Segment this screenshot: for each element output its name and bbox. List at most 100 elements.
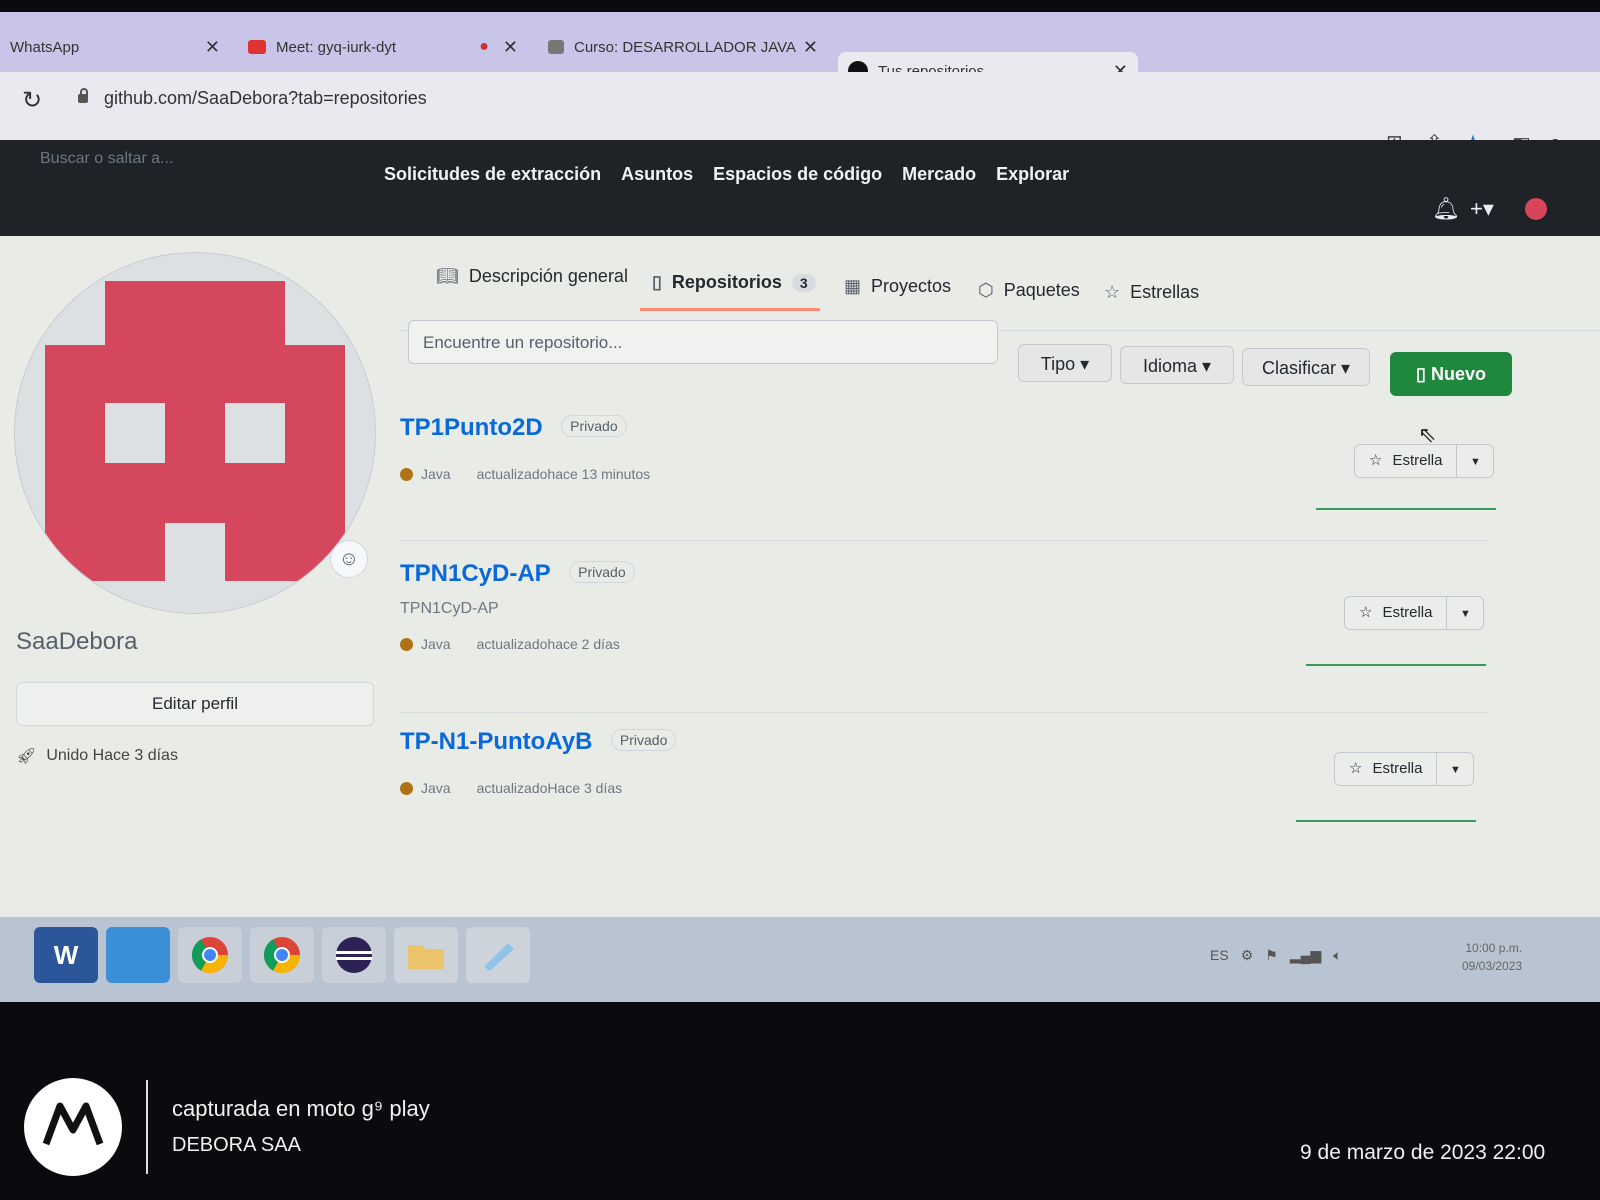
repo-count-badge: 3: [791, 273, 816, 292]
tab-projects-label: Proyectos: [871, 276, 952, 296]
file-explorer-app-icon[interactable]: [394, 927, 458, 983]
repo-icon: ▯: [1416, 364, 1426, 384]
language-color-dot: [400, 467, 413, 481]
tab-title: Curso: DESARROLLADOR JAVA IN: [574, 38, 797, 56]
book-icon: 📖︎: [436, 266, 459, 286]
caret-down-icon: ▾: [1340, 358, 1351, 378]
language-color-dot: [400, 637, 413, 651]
tab-stars[interactable]: ☆ Estrellas: [1104, 282, 1199, 303]
tab-overview[interactable]: 📖︎ Descripción general: [436, 266, 628, 287]
taskbar-clock[interactable]: 10:00 p.m. 09/03/2023: [1462, 939, 1522, 975]
eclipse-app-icon[interactable]: [322, 927, 386, 983]
star-icon: ☆: [1369, 452, 1383, 469]
lock-icon: [78, 87, 88, 103]
browser-tab-strip: WhatsApp ✕ Meet: gyq-iurk-dyt ● ✕ Curso:…: [0, 12, 1600, 90]
activity-sparkline: [1306, 664, 1486, 666]
address-bar: ↻ github.com/SaaDebora?tab=repositories …: [0, 72, 1600, 157]
nav-marketplace[interactable]: Mercado: [902, 164, 976, 185]
new-repository-button[interactable]: ▯ Nuevo: [1390, 352, 1512, 396]
flag-icon[interactable]: ⚑: [1265, 947, 1278, 964]
url-text: github.com/SaaDebora?tab=repositories: [104, 87, 427, 108]
tab-projects[interactable]: ▦ Proyectos: [844, 276, 951, 297]
motorola-logo: [24, 1078, 122, 1176]
joined-info: 🚀︎ Unido Hace 3 días: [16, 746, 178, 766]
star-button[interactable]: ☆ Estrella ▼: [1354, 444, 1495, 478]
joined-text: Unido Hace 3 días: [46, 747, 178, 764]
edge-app-icon[interactable]: [106, 927, 170, 983]
input-language-indicator[interactable]: ES: [1210, 947, 1229, 964]
network-signal-icon[interactable]: ▂▄▆: [1290, 947, 1321, 964]
chrome-app-icon[interactable]: [178, 927, 242, 983]
star-label: Estrella: [1372, 760, 1423, 777]
type-filter-label: Tipo: [1040, 354, 1076, 374]
star-list-dropdown-icon[interactable]: ▼: [1457, 445, 1493, 477]
language-filter-button[interactable]: Idioma ▾: [1120, 346, 1234, 384]
repo-name-link[interactable]: TPN1CyD-AP: [400, 560, 551, 587]
github-header: Buscar o saltar a... Solicitudes de extr…: [0, 140, 1600, 236]
volume-icon[interactable]: 🔈︎: [1333, 947, 1341, 964]
global-search-input[interactable]: Buscar o saltar a...: [40, 150, 173, 168]
chrome-logo-icon: [192, 937, 228, 974]
caret-down-icon: ▾: [1080, 354, 1090, 374]
close-icon[interactable]: ✕: [803, 37, 818, 58]
clock-time: 10:00 p.m.: [1465, 941, 1523, 955]
find-repository-input[interactable]: Encuentre un repositorio...: [408, 320, 998, 364]
repo-updated: actualizadohace 13 minutos: [476, 466, 651, 482]
caption-author: DEBORA SAA: [172, 1134, 301, 1156]
recording-icon: ●: [479, 38, 489, 55]
tab-stars-label: Estrellas: [1130, 282, 1200, 302]
windows-taskbar: W ES ⚙ ⚑ ▂▄▆ 🔈︎ 10:00 p.m. 09/03/2023: [0, 917, 1600, 1002]
repo-language: Java: [421, 780, 451, 796]
activity-sparkline: [1296, 820, 1476, 822]
eclipse-logo-icon: [336, 937, 372, 973]
new-button-label: Nuevo: [1430, 364, 1486, 384]
repo-name-link[interactable]: TP1Punto2D: [400, 414, 543, 441]
meet-icon: [248, 40, 266, 54]
repo-updated: actualizadohace 2 días: [476, 636, 620, 652]
create-new-icon[interactable]: +▾: [1470, 196, 1494, 222]
nav-codespaces[interactable]: Espacios de código: [713, 164, 882, 185]
tab-packages-label: Paquetes: [1003, 280, 1080, 300]
sort-filter-button[interactable]: Clasificar ▾: [1242, 348, 1370, 386]
repo-name-link[interactable]: TP-N1-PuntoAyB: [400, 728, 592, 755]
reload-icon[interactable]: ↻: [22, 86, 42, 115]
user-menu-avatar[interactable]: [1525, 198, 1547, 220]
star-icon: ☆: [1359, 604, 1373, 621]
star-icon: ☆: [1349, 760, 1363, 777]
star-list-dropdown-icon[interactable]: ▼: [1437, 753, 1473, 785]
notifications-bell-icon[interactable]: 🔔︎: [1432, 196, 1460, 222]
nav-pull-requests[interactable]: Solicitudes de extracción: [384, 164, 601, 185]
star-list-dropdown-icon[interactable]: ▼: [1447, 597, 1483, 629]
repo-divider: [400, 712, 1490, 713]
repo-language: Java: [421, 466, 451, 482]
language-filter-label: Idioma: [1142, 356, 1197, 376]
edit-profile-button[interactable]: Editar perfil: [16, 682, 374, 726]
repo-item: TPN1CyD-AP Privado TPN1CyD-AP Java actua…: [400, 560, 1490, 652]
tab-title: WhatsApp: [10, 38, 80, 56]
star-button[interactable]: ☆ Estrella ▼: [1344, 596, 1485, 630]
star-button[interactable]: ☆ Estrella ▼: [1334, 752, 1475, 786]
nav-issues[interactable]: Asuntos: [621, 164, 693, 185]
set-status-smiley-icon[interactable]: ☺: [330, 540, 368, 578]
notes-app-icon[interactable]: [466, 927, 530, 983]
close-icon[interactable]: ✕: [205, 37, 220, 58]
notepad-icon: [484, 943, 514, 971]
system-tray: ES ⚙ ⚑ ▂▄▆ 🔈︎: [1210, 947, 1342, 964]
chrome-logo-icon: [264, 937, 300, 974]
word-app-icon[interactable]: W: [34, 927, 98, 983]
close-icon[interactable]: ✕: [503, 37, 518, 58]
omnibox[interactable]: github.com/SaaDebora?tab=repositories: [64, 80, 1314, 116]
tab-packages[interactable]: ⬡ Paquetes: [978, 280, 1080, 301]
language-color-dot: [400, 781, 413, 795]
tab-whatsapp[interactable]: WhatsApp ✕: [0, 28, 230, 66]
terminal-icon: [548, 40, 564, 54]
tab-course[interactable]: Curso: DESARROLLADOR JAVA IN ✕: [538, 28, 828, 66]
tab-overview-label: Descripción general: [468, 266, 628, 286]
tab-repositories[interactable]: ▯ Repositorios 3: [652, 272, 816, 293]
type-filter-button[interactable]: Tipo ▾: [1018, 344, 1112, 382]
chrome-profile-app-icon[interactable]: [250, 927, 314, 983]
tab-meet[interactable]: Meet: gyq-iurk-dyt ● ✕: [238, 28, 528, 66]
sort-filter-label: Clasificar: [1261, 358, 1336, 378]
nav-explore[interactable]: Explorar: [996, 164, 1069, 185]
tray-app-icon[interactable]: ⚙: [1241, 947, 1254, 964]
